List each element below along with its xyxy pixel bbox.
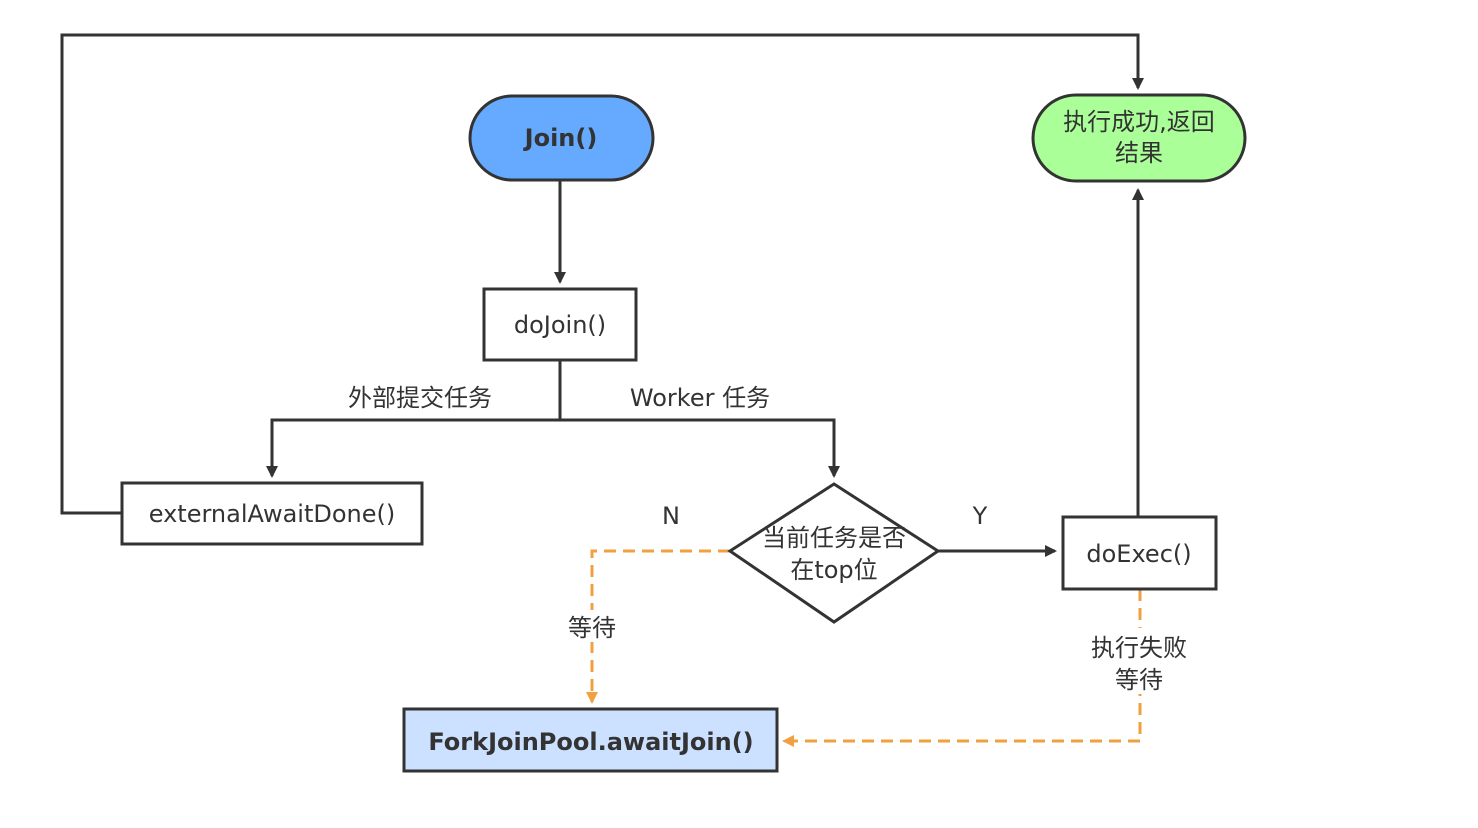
- edge-label-yes: Y: [972, 502, 988, 530]
- node-success: 执行成功,返回 结果: [1031, 93, 1247, 183]
- node-do-exec-label: doExec(): [1086, 540, 1191, 568]
- node-success-label-line2: 结果: [1115, 139, 1163, 167]
- edge-label-wait: 等待: [568, 614, 616, 642]
- node-decision-label-line1: 当前任务是否: [762, 524, 906, 552]
- node-do-join: doJoin(): [482, 287, 638, 362]
- node-do-join-label: doJoin(): [514, 311, 606, 339]
- edge-label-exec-fail-line1: 执行失败: [1091, 634, 1187, 662]
- node-external-await-done: externalAwaitDone(): [120, 481, 424, 546]
- edge-label-no: N: [662, 502, 680, 530]
- node-external-await-done-label: externalAwaitDone(): [149, 500, 395, 528]
- edge-label-external-submit: 外部提交任务: [348, 384, 492, 412]
- node-decision-label-line2: 在top位: [790, 556, 877, 584]
- node-join-label: Join(): [523, 124, 598, 152]
- edge-label-exec-fail-line2: 等待: [1115, 666, 1163, 694]
- flowchart: Join() doJoin() externalAwaitDone() 当前任务…: [60, 33, 1247, 773]
- node-decision: 当前任务是否 在top位: [727, 482, 941, 624]
- node-await-join-label: ForkJoinPool.awaitJoin(): [428, 728, 753, 756]
- node-success-label-line1: 执行成功,返回: [1063, 108, 1215, 136]
- edge-to-external-await-done: [266, 418, 560, 478]
- node-do-exec: doExec(): [1061, 515, 1218, 591]
- edge-label-worker-task: Worker 任务: [630, 384, 770, 412]
- node-join: Join(): [468, 94, 655, 182]
- node-await-join: ForkJoinPool.awaitJoin(): [402, 707, 779, 773]
- edge-to-decision: [560, 418, 840, 478]
